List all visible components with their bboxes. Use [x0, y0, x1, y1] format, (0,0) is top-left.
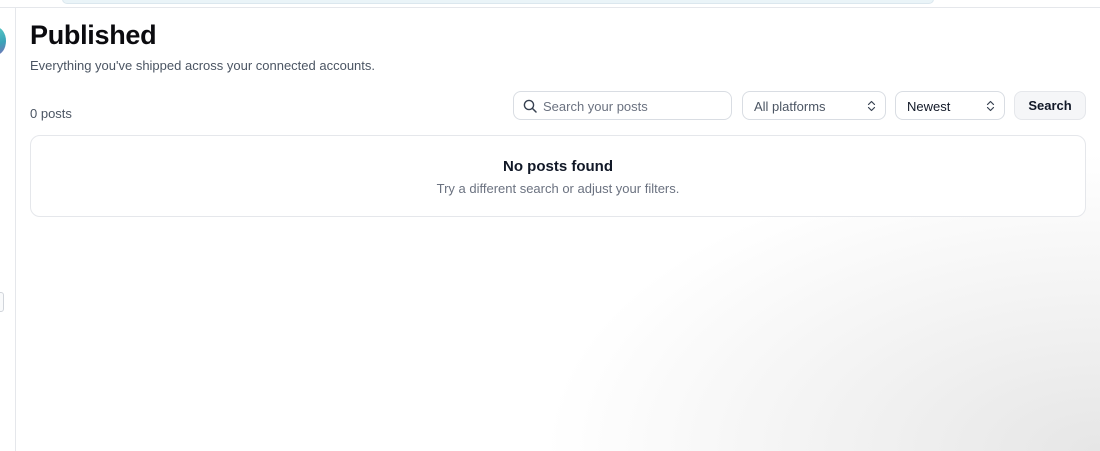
sort-value: Newest [907, 99, 951, 114]
empty-state-title: No posts found [503, 158, 613, 175]
chevron-updown-icon [986, 100, 995, 112]
search-icon [523, 99, 537, 113]
empty-state-description: Try a different search or adjust your fi… [436, 181, 680, 196]
page-title: Published [30, 20, 157, 50]
platform-filter-select[interactable]: All platforms [742, 91, 886, 120]
search-button[interactable]: Search [1014, 91, 1086, 120]
page-subtitle: Everything you've shipped across your co… [30, 58, 376, 73]
search-box[interactable] [513, 91, 732, 120]
platform-filter-value: All platforms [754, 99, 826, 114]
empty-state-card: No posts found Try a different search or… [30, 135, 1086, 217]
top-bar [0, 0, 1100, 8]
sidebar-divider [15, 8, 16, 451]
chevron-updown-icon [867, 100, 876, 112]
sort-select[interactable]: Newest [895, 91, 1005, 120]
search-input[interactable] [543, 96, 723, 116]
sidebar-resize-handle[interactable] [0, 292, 4, 312]
top-search-pill[interactable] [62, 0, 934, 4]
post-count: 0 posts [30, 106, 72, 121]
avatar[interactable] [0, 27, 6, 55]
